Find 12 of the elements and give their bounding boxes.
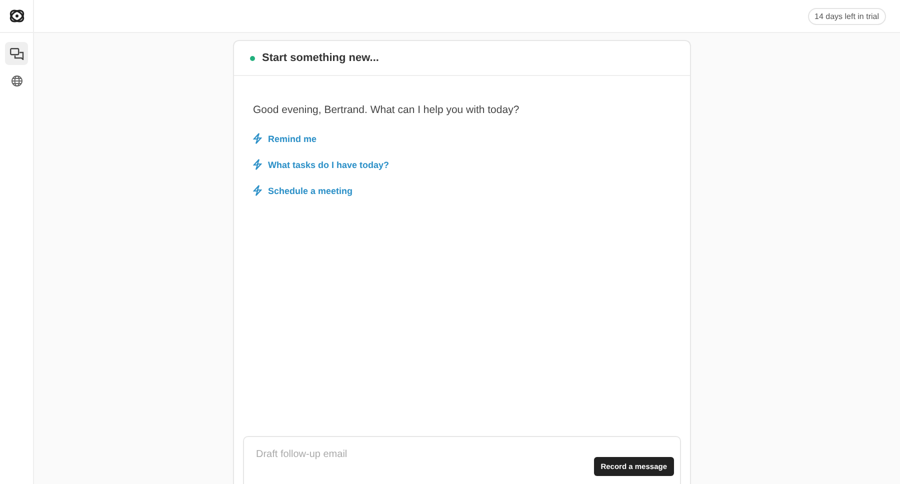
chat-icon[interactable]: [5, 42, 28, 65]
trial-badge: 14 days left in trial: [808, 8, 886, 24]
status-dot: [250, 56, 255, 60]
logo-icon: [8, 8, 24, 24]
suggestion-link[interactable]: Schedule a meeting: [253, 185, 353, 196]
suggestion-link[interactable]: What tasks do I have today?: [253, 159, 390, 170]
greeting-text: Good evening, Bertrand. What can I help you with today?: [253, 104, 520, 116]
lightning-icon: [253, 185, 262, 196]
suggestion-link[interactable]: Remind me: [253, 133, 317, 144]
lightning-icon: [253, 133, 262, 144]
lightning-icon: [253, 159, 262, 170]
chat-title: Start something new...: [262, 52, 379, 64]
